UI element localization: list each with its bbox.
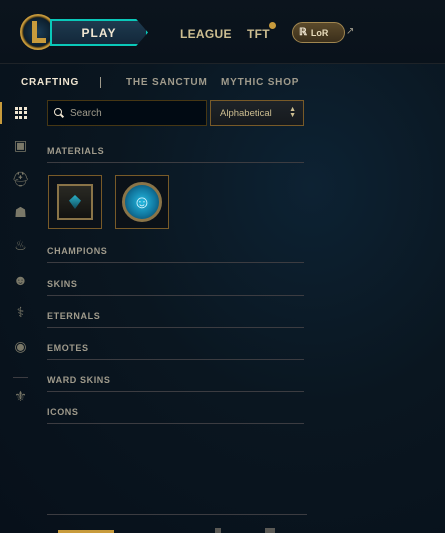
grid-icon[interactable] — [12, 104, 29, 121]
hextech-chest-icon — [57, 184, 93, 220]
loot-filter-sidebar: ▣ ⛑ ☗ ♨ ☻ ⚕ ◉ ⚜ — [0, 98, 30, 438]
category-icons[interactable]: ICONS — [47, 404, 304, 424]
bottom-tab-icon[interactable] — [215, 528, 221, 533]
emote-coin-icon: ☺ — [122, 182, 162, 222]
category-label: SKINS — [47, 279, 78, 289]
champion-helmet-icon[interactable]: ⛑ — [12, 171, 30, 188]
category-label: WARD SKINS — [47, 375, 111, 385]
category-ward-skins[interactable]: WARD SKINS — [47, 372, 304, 392]
bottom-divider — [47, 514, 307, 515]
crafting-window: PLAY LEAGUE TFT ℝ LoR ↗ CRAFTING THE SAN… — [0, 0, 445, 533]
lor-label: LoR — [310, 27, 329, 38]
category-materials[interactable]: MATERIALS — [47, 143, 304, 163]
lor-logo-icon: ℝ — [299, 27, 307, 38]
ward-icon[interactable]: ⚕ — [12, 304, 29, 321]
tab-mythic-shop[interactable]: MYTHIC SHOP — [221, 77, 299, 88]
subnav-divider — [100, 77, 101, 88]
category-label: CHAMPIONS — [47, 246, 108, 256]
emote-face-icon[interactable]: ☻ — [12, 271, 29, 288]
search-input[interactable] — [70, 107, 200, 119]
flame-icon[interactable]: ♨ — [12, 237, 29, 254]
chest-icon[interactable]: ▣ — [12, 137, 29, 154]
sidebar-active-indicator — [0, 102, 2, 124]
material-tile-chest[interactable] — [48, 175, 102, 229]
tab-crafting[interactable]: CRAFTING — [21, 77, 79, 88]
material-tile-emote[interactable]: ☺ — [115, 175, 169, 229]
category-label: MATERIALS — [47, 146, 105, 156]
category-label: ETERNALS — [47, 311, 101, 321]
loot-special-icon[interactable]: ⚜ — [12, 388, 29, 405]
nav-league[interactable]: LEAGUE — [180, 27, 232, 41]
tft-notification-dot — [269, 22, 276, 29]
sub-navigation: CRAFTING THE SANCTUM MYTHIC SHOP — [0, 64, 445, 100]
nav-tft[interactable]: TFT — [247, 27, 270, 41]
mask-icon[interactable]: ☗ — [12, 204, 29, 221]
category-label: EMOTES — [47, 343, 89, 353]
lor-button[interactable]: ℝ LoR — [292, 22, 345, 43]
category-champions[interactable]: CHAMPIONS — [47, 243, 304, 263]
category-label: ICONS — [47, 407, 79, 417]
category-eternals[interactable]: ETERNALS — [47, 308, 304, 328]
sort-selected-value: Alphabetical — [220, 107, 272, 119]
sort-chevrons-icon: ▲ ▼ — [289, 106, 296, 119]
bottom-tab-icon[interactable] — [265, 528, 275, 533]
play-button[interactable]: PLAY — [50, 19, 148, 46]
top-navigation: PLAY LEAGUE TFT ℝ LoR ↗ — [0, 0, 445, 64]
profile-icon[interactable]: ◉ — [12, 338, 29, 355]
external-link-icon: ↗ — [346, 26, 355, 37]
sidebar-divider — [13, 377, 28, 378]
sort-dropdown[interactable]: Alphabetical ▲ ▼ — [210, 100, 304, 126]
search-icon — [54, 108, 64, 118]
search-field[interactable] — [47, 100, 207, 126]
tab-the-sanctum[interactable]: THE SANCTUM — [126, 77, 208, 88]
category-skins[interactable]: SKINS — [47, 276, 304, 296]
category-emotes[interactable]: EMOTES — [47, 340, 304, 360]
